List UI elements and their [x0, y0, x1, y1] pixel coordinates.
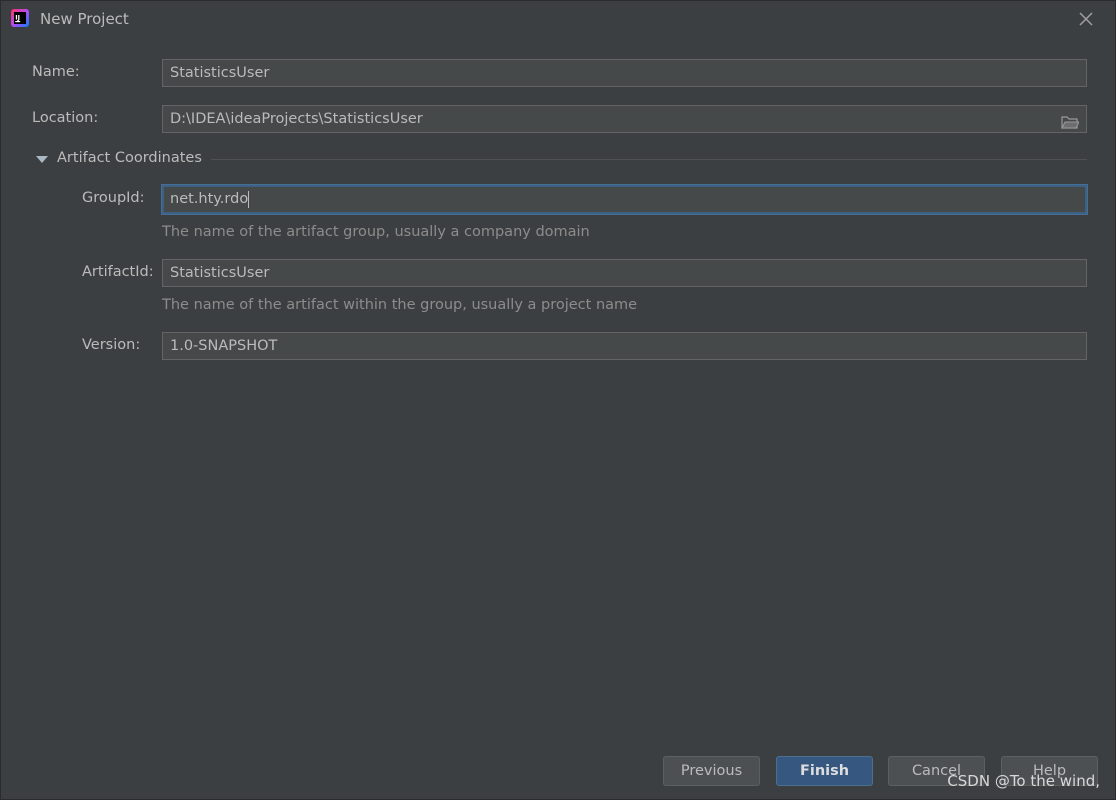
location-input[interactable]: D:\IDEA\ideaProjects\StatisticsUser [162, 105, 1087, 133]
folder-icon[interactable] [1061, 112, 1080, 129]
artifactid-input[interactable]: StatisticsUser [162, 259, 1087, 287]
artifact-coordinates-label: Artifact Coordinates [57, 150, 202, 166]
name-input[interactable]: StatisticsUser [162, 59, 1087, 87]
groupid-label: GroupId: [82, 190, 145, 206]
groupid-input[interactable]: net.hty.rdo [162, 185, 1087, 214]
groupid-value: net.hty.rdo [170, 191, 249, 207]
svg-text:IJ: IJ [15, 14, 20, 22]
name-label: Name: [32, 64, 80, 80]
intellij-idea-icon: IJ [10, 8, 30, 28]
previous-button[interactable]: Previous [663, 756, 760, 786]
close-icon[interactable] [1077, 10, 1095, 28]
title-bar: IJ New Project [1, 1, 1115, 38]
triangle-down-icon [36, 156, 48, 163]
text-caret [248, 190, 250, 208]
artifactid-value: StatisticsUser [170, 265, 270, 281]
location-value: D:\IDEA\ideaProjects\StatisticsUser [170, 111, 423, 127]
version-value: 1.0-SNAPSHOT [170, 338, 278, 354]
section-separator [211, 159, 1087, 160]
dialog-title: New Project [40, 10, 129, 28]
artifactid-hint: The name of the artifact within the grou… [162, 297, 638, 313]
version-label: Version: [82, 337, 141, 353]
watermark-text: CSDN @To the wind, [947, 772, 1100, 790]
location-label: Location: [32, 110, 99, 126]
groupid-hint: The name of the artifact group, usually … [162, 224, 590, 240]
artifactid-label: ArtifactId: [82, 264, 154, 280]
name-value: StatisticsUser [170, 65, 270, 81]
new-project-dialog: IJ New Project Name: StatisticsUser Loca… [0, 0, 1116, 800]
finish-button[interactable]: Finish [776, 756, 873, 786]
version-input[interactable]: 1.0-SNAPSHOT [162, 332, 1087, 360]
